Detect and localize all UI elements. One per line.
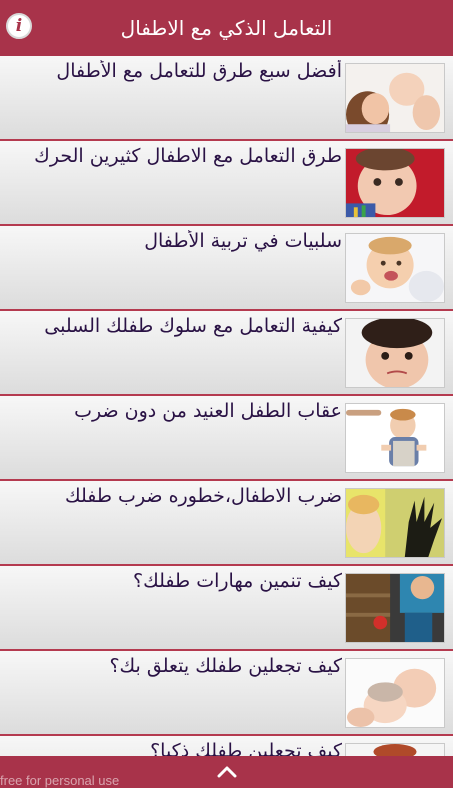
list-item[interactable]: سلبيات في تربية الأطفال: [0, 226, 453, 311]
app-header: i التعامل الذكي مع الاطفال: [0, 0, 453, 57]
info-button[interactable]: i: [6, 13, 32, 39]
chevron-up-icon[interactable]: [217, 764, 237, 778]
thumbnail-image: [345, 573, 445, 643]
thumbnail-image: [345, 318, 445, 388]
list-item[interactable]: ضرب الاطفال،خطوره ضرب طفلك: [0, 481, 453, 566]
list-item-title: سلبيات في تربية الأطفال: [144, 230, 342, 252]
list-item-title: كيف تجعلين طفلك ذكيا؟: [150, 740, 342, 756]
list-item[interactable]: كيف تنمين مهارات طفلك؟: [0, 566, 453, 651]
list-item-title: عقاب الطفل العنيد من دون ضرب: [74, 400, 342, 422]
article-list[interactable]: أفضل سبع طرق للتعامل مع الأطفال طرق التع…: [0, 56, 453, 756]
info-icon: i: [15, 15, 23, 36]
thumbnail-image: [345, 743, 445, 756]
list-item-title: كيفية التعامل مع سلوك طفلك السلبى: [44, 315, 342, 337]
bottom-bar: free for personal use: [0, 756, 453, 788]
list-item[interactable]: كيفية التعامل مع سلوك طفلك السلبى: [0, 311, 453, 396]
list-item-title: كيف تجعلين طفلك يتعلق بك؟: [109, 655, 342, 677]
list-item[interactable]: كيف تجعلين طفلك يتعلق بك؟: [0, 651, 453, 736]
list-item-title: كيف تنمين مهارات طفلك؟: [133, 570, 342, 592]
list-item[interactable]: طرق التعامل مع الاطفال كثيرين الحرك: [0, 141, 453, 226]
thumbnail-image: [345, 148, 445, 218]
thumbnail-image: [345, 63, 445, 133]
list-item[interactable]: عقاب الطفل العنيد من دون ضرب: [0, 396, 453, 481]
list-item-title: أفضل سبع طرق للتعامل مع الأطفال: [56, 60, 342, 82]
thumbnail-image: [345, 488, 445, 558]
page-title: التعامل الذكي مع الاطفال: [120, 16, 333, 40]
list-item-title: ضرب الاطفال،خطوره ضرب طفلك: [64, 485, 342, 507]
watermark-text: free for personal use: [0, 773, 120, 788]
thumbnail-image: [345, 403, 445, 473]
list-item[interactable]: كيف تجعلين طفلك ذكيا؟: [0, 736, 453, 756]
list-item[interactable]: أفضل سبع طرق للتعامل مع الأطفال: [0, 56, 453, 141]
thumbnail-image: [345, 658, 445, 728]
thumbnail-image: [345, 233, 445, 303]
list-item-title: طرق التعامل مع الاطفال كثيرين الحرك: [34, 145, 342, 167]
